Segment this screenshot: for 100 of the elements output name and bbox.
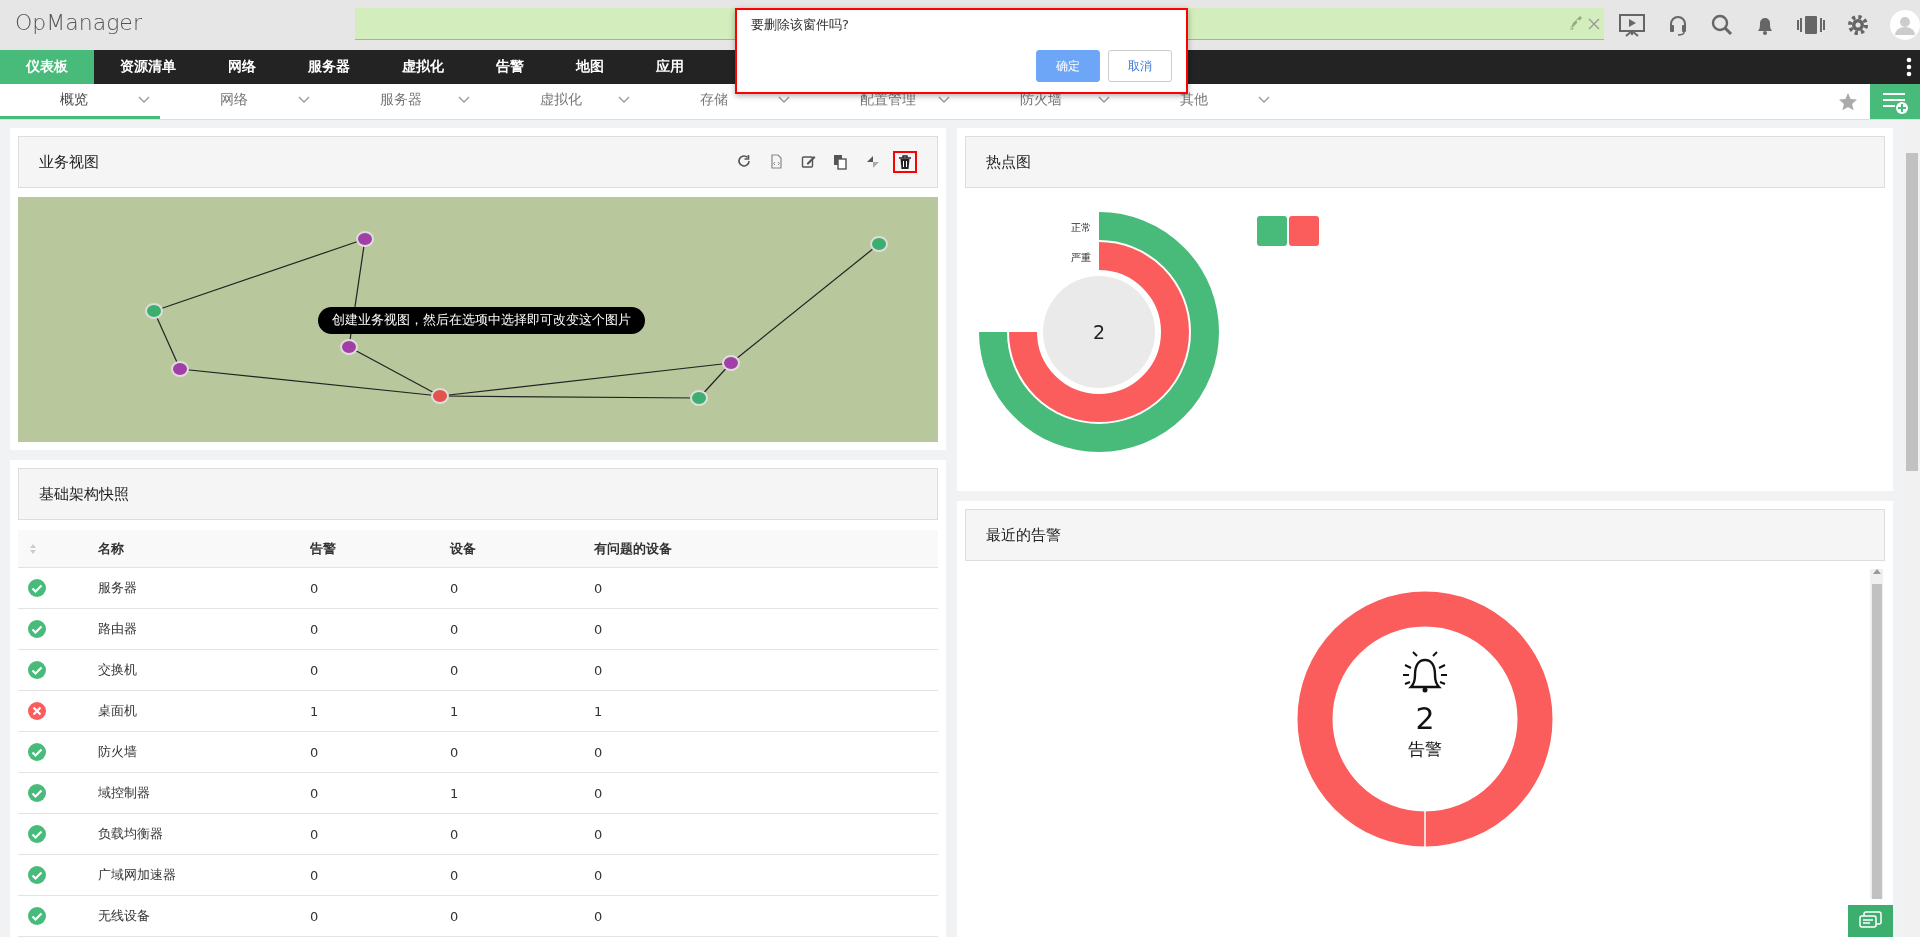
alarm-label: 告警 [1408, 739, 1442, 759]
chevron-down-icon [458, 96, 470, 104]
column-header[interactable]: 有问题的设备 [594, 539, 938, 558]
tooltip: 创建业务视图，然后在选项中选择即可改变这个图片 [318, 307, 645, 334]
check-circle-icon [28, 743, 46, 761]
widget-title: 业务视图 [39, 152, 99, 172]
sub-nav-tab[interactable]: 其他 [1120, 84, 1280, 119]
map-node[interactable] [431, 388, 449, 404]
table-cell-text: 0 [310, 826, 320, 842]
table-cell-text: 0 [310, 908, 320, 924]
ring-label: 正常 [1071, 222, 1091, 233]
table-cell-text: 1 [594, 703, 604, 719]
edit-icon [801, 154, 817, 170]
table-cell-text: 0 [450, 867, 460, 883]
check-circle-icon [28, 661, 46, 679]
chevron-down-icon [298, 96, 310, 104]
more-menu-icon[interactable] [1906, 57, 1912, 77]
nav-tab[interactable]: 应用 [630, 50, 710, 84]
table-cell-text: 1 [450, 703, 460, 719]
legend-swatch[interactable] [1257, 216, 1287, 246]
nav-tab[interactable]: 服务器 [282, 50, 376, 84]
vibrate-icon[interactable] [1796, 13, 1826, 37]
map-node[interactable] [356, 231, 374, 247]
error-circle-icon [28, 702, 46, 720]
star-icon[interactable] [1838, 91, 1858, 112]
check-circle-icon [28, 620, 46, 638]
chevron-down-icon [778, 96, 790, 104]
table-cell-text: 0 [594, 662, 604, 678]
sub-nav-tab[interactable]: 网络 [160, 84, 320, 119]
map-node[interactable] [340, 339, 358, 355]
table-cell-text: 0 [310, 621, 320, 637]
sub-nav-tab[interactable]: 存储 [640, 84, 800, 119]
sub-nav-tab[interactable]: 服务器 [320, 84, 480, 119]
legend-swatch[interactable] [1289, 216, 1319, 246]
nav-tab[interactable]: 告警 [470, 50, 550, 84]
chat-button[interactable] [1848, 905, 1893, 937]
column-header[interactable]: 名称 [98, 539, 310, 558]
dialog-message: 要删除该窗件吗? [751, 16, 850, 34]
chevron-down-icon [938, 96, 950, 104]
table-cell-text: 0 [450, 580, 460, 596]
table-cell-text: 1 [450, 785, 460, 801]
document-icon [769, 154, 785, 170]
table-cell-text: 0 [594, 744, 604, 760]
resize-icon [865, 154, 881, 170]
table-cell-text: 0 [450, 662, 460, 678]
widget-title: 最近的告警 [986, 525, 1061, 545]
check-circle-icon [28, 579, 46, 597]
nav-tab[interactable]: 网络 [202, 50, 282, 84]
column-header[interactable]: 告警 [310, 539, 450, 558]
map-node[interactable] [145, 303, 163, 319]
scroll-up-icon[interactable] [1872, 569, 1881, 574]
column-header[interactable]: 设备 [450, 539, 594, 558]
search-icon[interactable] [1710, 13, 1734, 37]
nav-tab[interactable]: 资源清单 [94, 50, 202, 84]
table-cell-text: 桌面机 [98, 702, 138, 720]
sub-nav-tab[interactable]: 概览 [0, 84, 160, 119]
presentation-icon[interactable] [1618, 13, 1646, 37]
alarm-count: 2 [1415, 701, 1435, 736]
map-node[interactable] [171, 361, 189, 377]
chevron-down-icon [618, 96, 630, 104]
cancel-button[interactable]: 取消 [1108, 50, 1172, 82]
ring-label: 严重 [1071, 252, 1091, 263]
table-cell-text: 交换机 [98, 661, 138, 679]
nav-tab[interactable]: 虚拟化 [376, 50, 470, 84]
chevron-down-icon [138, 96, 150, 104]
app-logo: OpManager [14, 9, 143, 35]
table-cell-text: 0 [450, 621, 460, 637]
scrollbar[interactable] [1870, 569, 1883, 899]
close-icon[interactable] [1588, 17, 1600, 30]
map-node[interactable] [722, 355, 740, 371]
sub-nav-tab[interactable]: 虚拟化 [480, 84, 640, 119]
table-cell-text: 0 [310, 662, 320, 678]
table-cell-text: 0 [594, 908, 604, 924]
delete-button[interactable] [893, 151, 917, 173]
table-cell-text: 路由器 [98, 620, 138, 638]
chat-icon [1858, 911, 1883, 931]
table-cell-text: 0 [310, 785, 320, 801]
chevron-down-icon [1098, 96, 1110, 104]
nav-tab[interactable]: 地图 [550, 50, 630, 84]
widget-title: 基础架构快照 [39, 484, 129, 504]
table-cell-text: 无线设备 [98, 907, 151, 925]
table-cell-text: 0 [450, 826, 460, 842]
table-cell-text: 域控制器 [98, 784, 151, 802]
table-cell-text: 0 [594, 826, 604, 842]
table-cell-text: 0 [450, 744, 460, 760]
check-circle-icon [28, 825, 46, 843]
map-node[interactable] [690, 390, 708, 406]
table-cell-text: 广域网加速器 [98, 866, 177, 884]
refresh-icon [737, 154, 753, 170]
check-circle-icon [28, 784, 46, 802]
table-cell-text: 0 [594, 580, 604, 596]
check-circle-icon [28, 866, 46, 884]
table-cell-text: 0 [594, 621, 604, 637]
table-cell-text: 负载均衡器 [98, 825, 164, 843]
widget-title: 热点图 [986, 152, 1031, 172]
settings-icon[interactable] [1846, 13, 1870, 37]
add-widget-button[interactable] [1870, 84, 1920, 119]
map-node[interactable] [870, 236, 888, 252]
chevron-down-icon [1258, 96, 1270, 104]
center-value: 2 [1092, 321, 1106, 343]
